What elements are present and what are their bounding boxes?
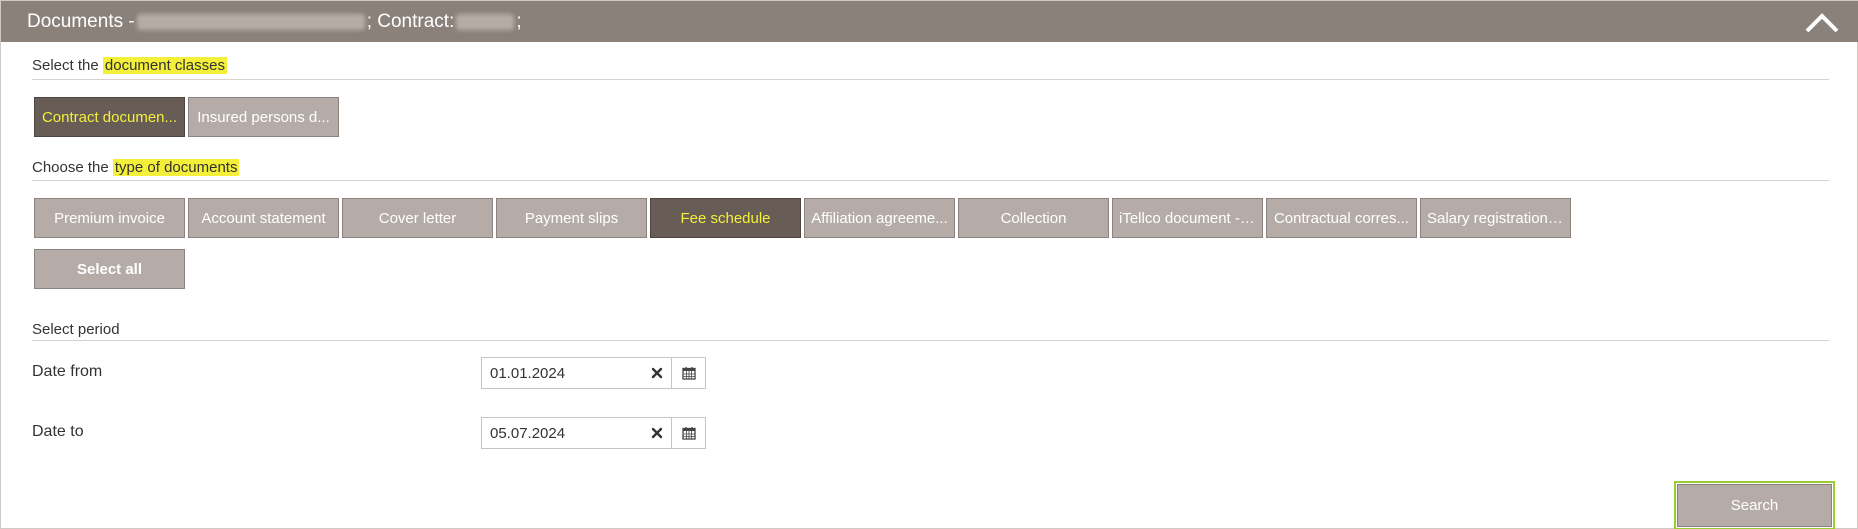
title-prefix: Documents -	[27, 11, 135, 32]
date-to-field: 05.07.2024	[481, 417, 706, 449]
search-button[interactable]: Search	[1677, 484, 1832, 527]
panel-header: Documents - ; Contract: ;	[1, 1, 1858, 42]
heading-text: Select the	[32, 57, 103, 74]
close-icon[interactable]	[643, 418, 671, 448]
button-label: Salary registration ...	[1427, 209, 1564, 227]
document-types-heading: Choose the type of documents	[32, 159, 240, 176]
date-from-input[interactable]: 01.01.2024	[482, 365, 643, 382]
redacted-client-name	[136, 14, 365, 30]
type-button-contractual-correspondence[interactable]: Contractual corres...	[1266, 198, 1417, 238]
period-heading: Select period	[32, 321, 120, 338]
heading-highlight: type of documents	[112, 159, 240, 176]
divider	[32, 340, 1829, 341]
button-label: Insured persons d...	[197, 108, 330, 126]
date-from-label: Date from	[32, 363, 103, 380]
button-label: Contract documen...	[41, 108, 178, 126]
button-label: Cover letter	[378, 209, 457, 227]
type-button-collection[interactable]: Collection	[958, 198, 1109, 238]
type-button-payment-slips[interactable]: Payment slips	[496, 198, 647, 238]
button-label: Collection	[1000, 209, 1067, 227]
type-button-affiliation-agreement[interactable]: Affiliation agreeme...	[804, 198, 955, 238]
button-label: Contractual corres...	[1273, 209, 1410, 227]
calendar-icon[interactable]	[671, 358, 705, 388]
type-button-cover-letter[interactable]: Cover letter	[342, 198, 493, 238]
date-to-input[interactable]: 05.07.2024	[482, 425, 643, 442]
divider	[32, 180, 1829, 181]
document-classes-heading: Select the document classes	[32, 57, 227, 74]
button-label: Select all	[76, 260, 143, 278]
type-button-premium-invoice[interactable]: Premium invoice	[34, 198, 185, 238]
search-button-focus-outline: Search	[1674, 481, 1835, 529]
button-label: Affiliation agreeme...	[811, 209, 948, 227]
heading-text: Choose the	[32, 159, 113, 176]
redacted-contract-number	[456, 14, 515, 30]
button-label: Payment slips	[524, 209, 619, 227]
button-label: Account statement	[201, 209, 326, 227]
type-button-salary-registration[interactable]: Salary registration ...	[1420, 198, 1571, 238]
title-suffix: ;	[516, 11, 522, 32]
chevron-up-icon[interactable]	[1803, 9, 1841, 35]
panel-title: Documents - ; Contract: ;	[27, 11, 522, 33]
close-icon[interactable]	[643, 358, 671, 388]
button-label: Premium invoice	[54, 209, 165, 227]
button-label: Fee schedule	[680, 209, 771, 227]
button-label: iTellco document - ...	[1119, 209, 1256, 227]
class-button-insured-persons[interactable]: Insured persons d...	[188, 97, 339, 137]
select-all-button[interactable]: Select all	[34, 249, 185, 289]
date-to-label: Date to	[32, 423, 84, 440]
documents-panel: Documents - ; Contract: ; Select the doc…	[0, 0, 1858, 529]
type-button-fee-schedule[interactable]: Fee schedule	[650, 198, 801, 238]
calendar-icon[interactable]	[671, 418, 705, 448]
divider	[32, 79, 1829, 80]
type-button-itellco-document[interactable]: iTellco document - ...	[1112, 198, 1263, 238]
type-button-account-statement[interactable]: Account statement	[188, 198, 339, 238]
title-contract-label: ; Contract:	[366, 11, 455, 32]
class-button-contract-documents[interactable]: Contract documen...	[34, 97, 185, 137]
heading-highlight: document classes	[102, 57, 227, 74]
date-from-field: 01.01.2024	[481, 357, 706, 389]
